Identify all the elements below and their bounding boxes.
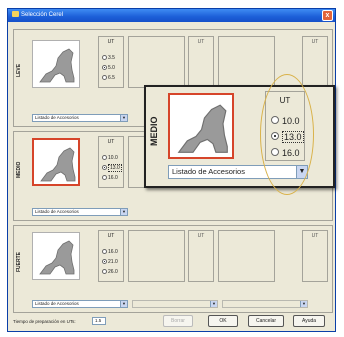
ut-header: UT <box>311 233 319 239</box>
radio-circle <box>102 175 107 180</box>
radio-value: 10.0 <box>282 116 300 126</box>
image-slot-empty[interactable] <box>218 36 275 88</box>
image-slot-empty[interactable] <box>128 36 185 88</box>
prep-time-field[interactable]: 1.5 <box>92 317 106 325</box>
panel-label-medio: MEDIO <box>16 161 22 179</box>
cancel-button[interactable]: Cancelar <box>248 315 284 327</box>
ut-options-empty: UT <box>302 36 328 88</box>
car-part-image <box>177 104 228 153</box>
ok-button[interactable]: OK <box>208 315 238 327</box>
accessories-select[interactable]: Listado de Accesorios ▼ <box>32 208 128 216</box>
accessories-select-value: Listado de Accesorios <box>172 167 245 176</box>
ut-options-medio: UT 10.0 13.0 16.0 <box>98 136 124 188</box>
ut-header: UT <box>107 39 115 45</box>
radio-option[interactable]: 21.0 <box>102 259 118 265</box>
radio-circle <box>102 75 107 80</box>
radio-value: 26.0 <box>108 269 118 275</box>
ut-options-leve: UT 3.5 5.0 6.5 <box>98 36 124 88</box>
radio-value: 6.5 <box>108 75 115 81</box>
accessories-select[interactable]: Listado de Accesorios ▼ <box>32 114 128 122</box>
radio-option[interactable]: 3.5 <box>102 55 115 61</box>
radio-circle <box>271 116 279 124</box>
radio-circle <box>102 165 107 170</box>
ut-options-empty: UT <box>302 230 328 282</box>
panel-image-fuerte[interactable] <box>32 232 80 280</box>
ut-header: UT <box>279 96 291 105</box>
chevron-down-icon[interactable]: ▼ <box>120 115 127 121</box>
radio-circle <box>102 249 107 254</box>
accessories-select[interactable]: Listado de Accesorios ▼ <box>32 300 128 308</box>
ut-header: UT <box>197 233 205 239</box>
app-icon <box>12 11 19 17</box>
radio-value: 16.0 <box>108 249 118 255</box>
radio-option[interactable]: 16.0 <box>102 249 118 255</box>
ut-options-empty: UT <box>188 230 214 282</box>
chevron-down-icon[interactable]: ▼ <box>296 166 307 178</box>
zoom-panel-label: MEDIO <box>149 116 159 146</box>
chevron-down-icon[interactable]: ▼ <box>120 209 127 215</box>
ut-options-empty: UT <box>188 36 214 88</box>
radio-value: 5.0 <box>108 65 115 71</box>
panel-label-fuerte: FUERTE <box>16 252 22 272</box>
ut-options-fuerte: UT 16.0 21.0 26.0 <box>98 230 124 282</box>
ut-header: UT <box>107 233 115 239</box>
chevron-down-icon: ▼ <box>210 301 217 307</box>
ut-header: UT <box>107 139 115 145</box>
zoom-callout-medio: MEDIO UT 10.0 13.0 16.0 Listado de Acces… <box>144 85 335 188</box>
radio-option[interactable]: 10.0 <box>271 116 300 126</box>
radio-value: 21.0 <box>108 259 118 265</box>
accessories-select-value: Listado de Accesorios <box>35 209 79 214</box>
radio-value: 13.0 <box>282 131 304 143</box>
radio-option[interactable]: 26.0 <box>102 269 118 275</box>
panel-image-leve[interactable] <box>32 40 80 88</box>
radio-option[interactable]: 10.0 <box>102 155 118 161</box>
radio-circle <box>102 65 107 70</box>
accessories-select-disabled: ▼ <box>222 300 308 308</box>
car-part-image <box>39 48 75 83</box>
chevron-down-icon[interactable]: ▼ <box>120 301 127 307</box>
zoom-ut-options: UT 10.0 13.0 16.0 <box>265 91 305 161</box>
radio-circle <box>271 148 279 156</box>
car-part-image <box>40 147 76 182</box>
radio-option[interactable]: 6.5 <box>102 75 115 81</box>
zoom-accessories-select[interactable]: Listado de Accesorios ▼ <box>168 165 308 179</box>
radio-value: 16.0 <box>108 175 118 181</box>
window-title: Selección Cerel <box>21 12 64 18</box>
radio-circle <box>102 269 107 274</box>
chevron-down-icon: ▼ <box>300 301 307 307</box>
accessories-select-value: Listado de Accesorios <box>35 301 79 306</box>
car-part-image <box>39 240 75 275</box>
radio-option[interactable]: 13.0 <box>102 164 122 172</box>
panel-label-leve: LEVE <box>16 63 22 77</box>
radio-circle <box>102 259 107 264</box>
radio-value: 10.0 <box>108 155 118 161</box>
radio-circle <box>271 132 279 140</box>
radio-option[interactable]: 5.0 <box>102 65 115 71</box>
title-bar[interactable]: Selección Cerel x <box>8 9 335 22</box>
radio-value: 3.5 <box>108 55 115 61</box>
panel-image-medio[interactable] <box>32 138 80 186</box>
ut-header: UT <box>311 39 319 45</box>
radio-circle <box>102 55 107 60</box>
accessories-select-value: Listado de Accesorios <box>35 115 79 120</box>
prep-time-label: Tiempo de preparación en UTs: <box>13 319 76 324</box>
radio-option[interactable]: 16.0 <box>271 148 300 158</box>
radio-option[interactable]: 16.0 <box>102 175 118 181</box>
radio-circle <box>102 155 107 160</box>
radio-value: 16.0 <box>282 148 300 158</box>
help-button[interactable]: Ayuda <box>293 315 325 327</box>
image-slot-empty[interactable] <box>128 230 185 282</box>
radio-option[interactable]: 13.0 <box>271 131 304 143</box>
close-button[interactable]: x <box>322 10 333 21</box>
panel-fuerte: FUERTE UT 16.0 21.0 26.0 UT UT Listado d… <box>13 225 333 313</box>
ut-header: UT <box>197 39 205 45</box>
delete-button: Borrar <box>163 315 193 327</box>
accessories-select-disabled: ▼ <box>132 300 218 308</box>
radio-value: 13.0 <box>108 164 122 172</box>
image-slot-empty[interactable] <box>218 230 275 282</box>
zoom-panel-image[interactable] <box>168 93 234 159</box>
